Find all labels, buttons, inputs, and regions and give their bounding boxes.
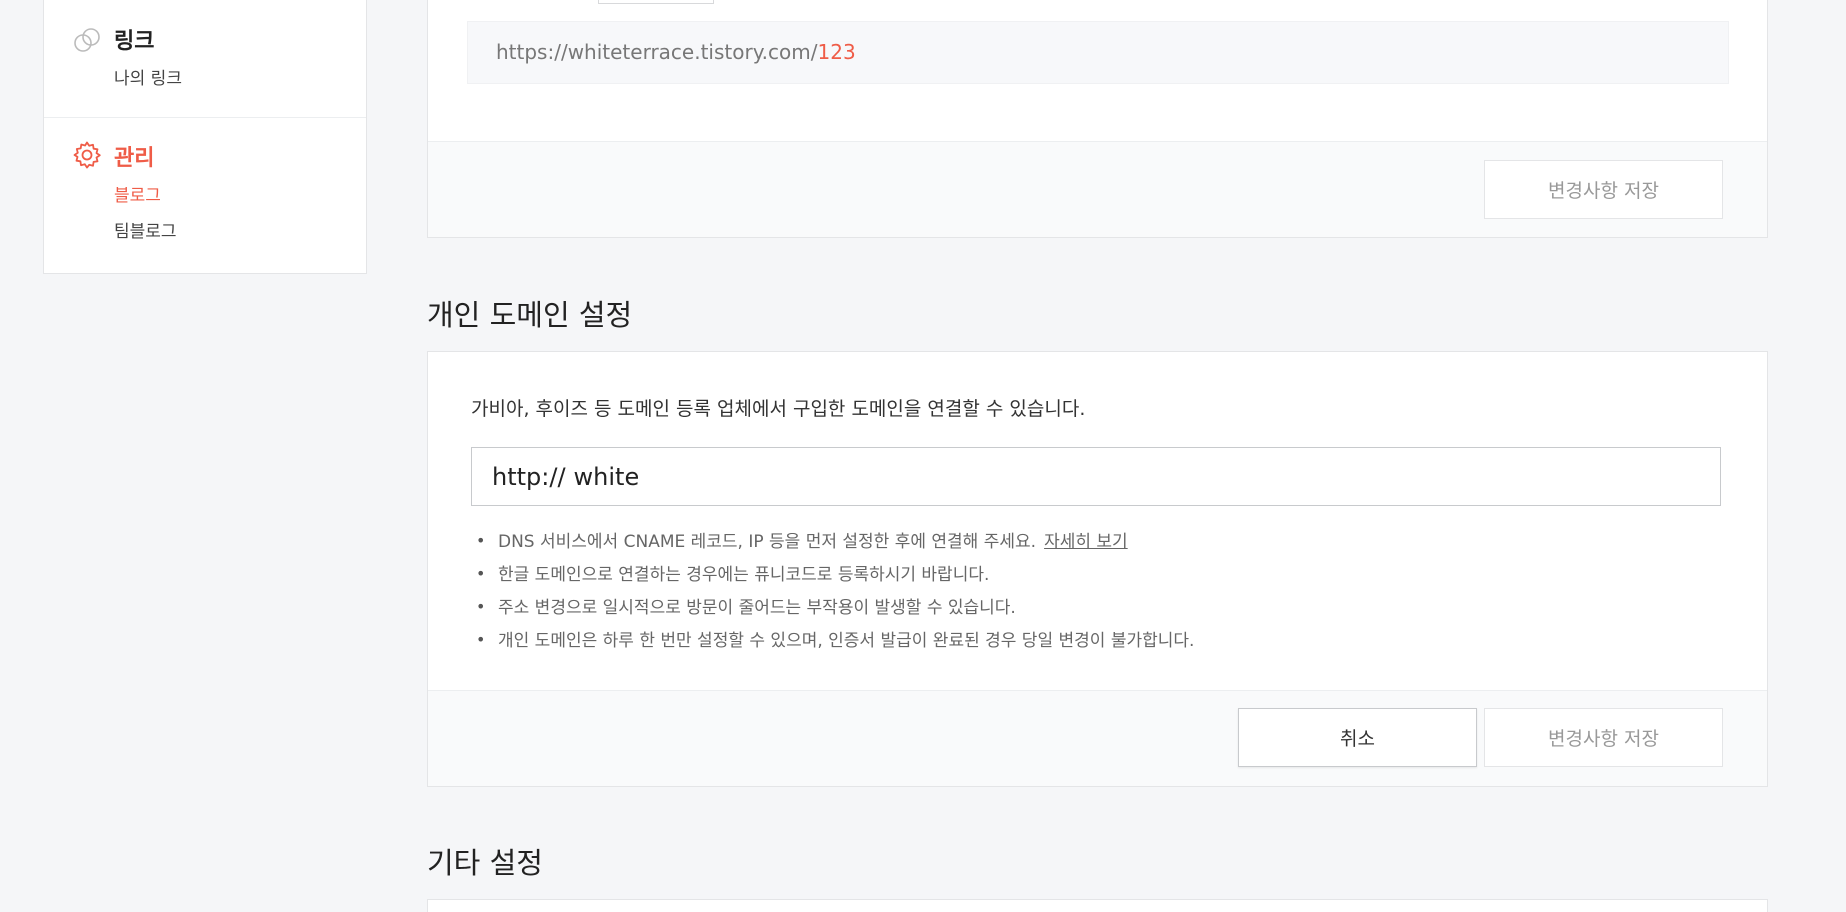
menu-group-manage: 관리 블로그 팀블로그: [44, 118, 366, 273]
note-item: 주소 변경으로 일시적으로 방문이 줄어드는 부작용이 발생할 수 있습니다.: [474, 595, 1194, 629]
sidebar-item-my-link[interactable]: 나의 링크: [114, 67, 182, 103]
note-item: 한글 도메인으로 연결하는 경우에는 퓨니코드로 등록하시기 바랍니다.: [474, 562, 1194, 596]
note-item: 개인 도메인은 하루 한 번만 설정할 수 있으며, 인증서 발급이 완료된 경…: [474, 628, 1194, 662]
submenu-link: 나의 링크: [114, 67, 182, 103]
url-suffix: 123: [817, 40, 856, 64]
domain-description: 가비아, 후이즈 등 도메인 등록 업체에서 구입한 도메인을 연결할 수 있습…: [471, 398, 1086, 420]
url-option-control[interactable]: [598, 0, 714, 4]
menu-title-manage[interactable]: 관리: [114, 140, 154, 172]
blog-url-panel: https://whiteterrace.tistory.com/123 변경사…: [427, 0, 1768, 238]
panel-footer: 변경사항 저장: [428, 141, 1767, 237]
domain-notes: DNS 서비스에서 CNAME 레코드, IP 등을 먼저 설정한 후에 연결해…: [474, 529, 1194, 662]
domain-input[interactable]: [573, 462, 1720, 491]
section-title-domain: 개인 도메인 설정: [427, 298, 633, 332]
link-icon: [72, 25, 102, 55]
section-title-etc: 기타 설정: [427, 846, 543, 880]
menu-group-link: 링크 나의 링크: [44, 0, 366, 118]
save-button[interactable]: 변경사항 저장: [1484, 160, 1723, 219]
panel-footer: 취소 변경사항 저장: [428, 690, 1767, 786]
save-button[interactable]: 변경사항 저장: [1484, 708, 1723, 767]
etc-settings-panel: [427, 899, 1768, 912]
settings-sidebar: 링크 나의 링크 관리 블로그 팀블로그: [43, 0, 367, 274]
cancel-button[interactable]: 취소: [1238, 708, 1477, 767]
url-base: https://whiteterrace.tistory.com/: [496, 40, 818, 64]
menu-title-link[interactable]: 링크: [114, 23, 154, 55]
submenu-manage: 블로그 팀블로그: [114, 184, 177, 256]
domain-prefix: http://: [492, 462, 566, 491]
note-item: DNS 서비스에서 CNAME 레코드, IP 등을 먼저 설정한 후에 연결해…: [474, 529, 1194, 563]
custom-domain-panel: 가비아, 후이즈 등 도메인 등록 업체에서 구입한 도메인을 연결할 수 있습…: [427, 351, 1768, 787]
learn-more-link[interactable]: 자세히 보기: [1044, 532, 1128, 552]
sidebar-item-team-blog[interactable]: 팀블로그: [114, 220, 177, 256]
sidebar-item-blog[interactable]: 블로그: [114, 184, 177, 220]
domain-field[interactable]: http://: [471, 447, 1721, 506]
blog-url-display: https://whiteterrace.tistory.com/123: [467, 21, 1729, 84]
gear-icon: [72, 140, 102, 170]
note-text: DNS 서비스에서 CNAME 레코드, IP 등을 먼저 설정한 후에 연결해…: [498, 532, 1037, 552]
